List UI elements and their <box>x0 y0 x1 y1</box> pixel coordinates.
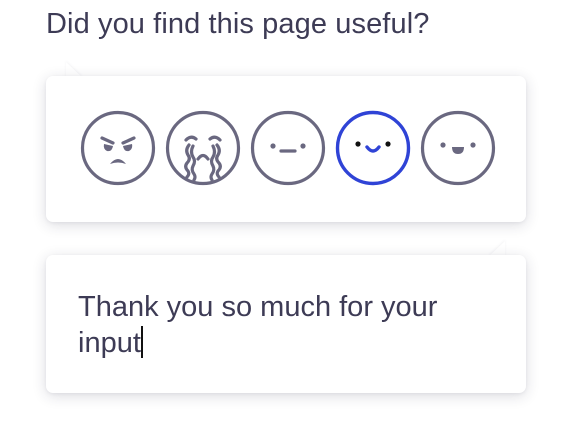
feedback-input-card[interactable]: Thank you so much for your input <box>46 255 526 393</box>
rating-options <box>80 110 496 186</box>
angry-face-icon[interactable] <box>80 110 156 186</box>
text-caret <box>140 326 143 358</box>
crying-face-icon[interactable] <box>165 110 241 186</box>
rating-card <box>46 76 526 222</box>
happy-face-icon[interactable] <box>420 110 496 186</box>
neutral-face-icon[interactable] <box>250 110 326 186</box>
feedback-text-value: Thank you so much for your input <box>78 291 438 359</box>
feedback-textarea[interactable]: Thank you so much for your input <box>78 289 498 361</box>
speech-tail <box>66 62 82 77</box>
speech-tail <box>489 241 505 256</box>
feedback-question: Did you find this page useful? <box>46 8 430 40</box>
smiling-face-icon[interactable] <box>335 110 411 186</box>
feedback-widget: Did you find this page useful? Thank you… <box>0 0 575 427</box>
